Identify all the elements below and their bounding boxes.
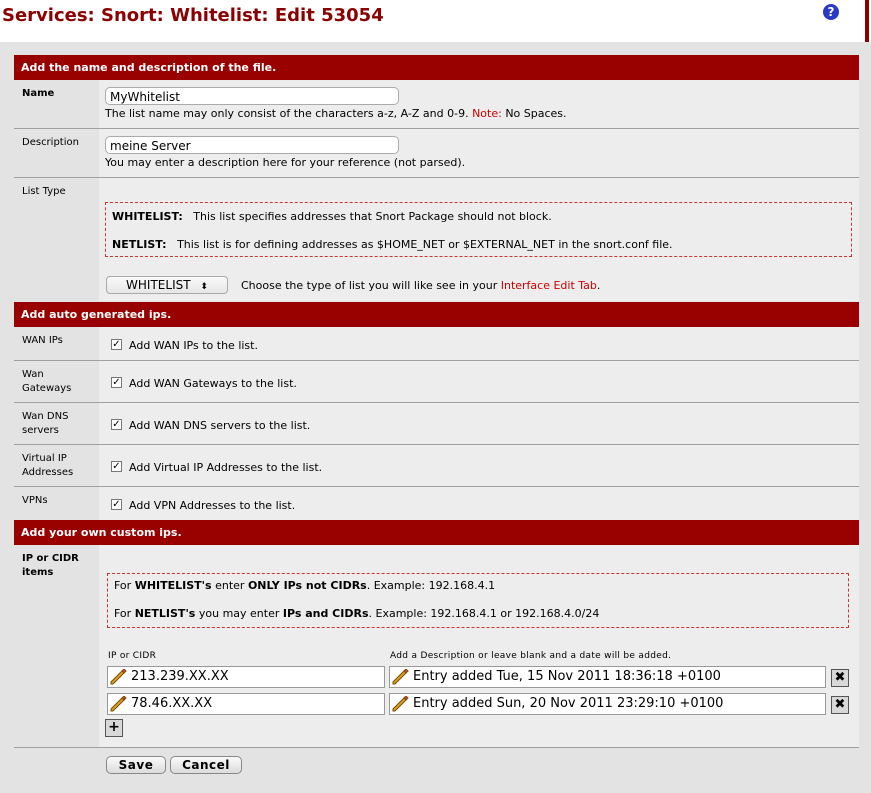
cancel-button[interactable]: Cancel [170, 756, 242, 774]
save-button[interactable]: Save [106, 756, 166, 774]
section-header-auto: Add auto generated ips. [14, 302, 859, 327]
delete-row-icon[interactable]: ✖ [831, 669, 849, 687]
auto-row-wan-ips: WAN IPs ✓ Add WAN IPs to the list. [14, 327, 859, 361]
top-bar: Services: Snort: Whitelist: Edit 53054 ? [0, 0, 871, 42]
list-type-hint: Choose the type of list you will like se… [241, 279, 601, 292]
description-row: Description meine Server You may enter a… [14, 129, 859, 178]
pencil-icon [392, 696, 409, 712]
auto-text: Add WAN Gateways to the list. [129, 377, 297, 390]
section-header-name-desc: Add the name and description of the file… [14, 55, 859, 80]
help-icon[interactable]: ? [823, 4, 839, 20]
list-type-select[interactable]: WHITELIST ⬍ [106, 276, 228, 294]
auto-text: Add WAN IPs to the list. [129, 339, 258, 352]
name-hint: The list name may only consist of the ch… [105, 107, 567, 120]
ip-input[interactable]: 78.46.XX.XX [107, 693, 385, 715]
page-title: Services: Snort: Whitelist: Edit 53054 [2, 5, 384, 26]
wan-gateways-checkbox[interactable]: ✓ [111, 377, 122, 388]
auto-label: WAN IPs [14, 327, 99, 360]
auto-label: Wan Gateways [14, 361, 84, 402]
list-type-selected: WHITELIST [126, 278, 191, 292]
ip-value: 78.46.XX.XX [131, 696, 213, 711]
ip-value: 213.239.XX.XX [131, 669, 229, 684]
ip-column-header: IP or CIDR [108, 651, 157, 661]
netlist-custom-info: For NETLIST's you may enter IPs and CIDR… [114, 607, 600, 620]
ip-input[interactable]: 213.239.XX.XX [107, 666, 385, 688]
list-type-row: List Type WHITELIST: This list specifies… [14, 178, 859, 301]
name-row: Name MyWhitelist The list name may only … [14, 80, 859, 129]
name-input[interactable]: MyWhitelist [105, 87, 399, 105]
auto-text: Add WAN DNS servers to the list. [129, 419, 311, 432]
desc-value: Entry added Sun, 20 Nov 2011 23:29:10 +0… [413, 696, 724, 711]
custom-ips-label: IP or CIDR items [14, 545, 84, 747]
desc-value: Entry added Tue, 15 Nov 2011 18:36:18 +0… [413, 669, 721, 684]
description-hint: You may enter a description here for you… [105, 156, 466, 169]
edge-accent [865, 0, 869, 42]
interface-edit-tab-link[interactable]: Interface Edit Tab [501, 279, 597, 292]
pencil-icon [110, 669, 127, 685]
auto-text: Add VPN Addresses to the list. [129, 499, 296, 512]
wan-ips-checkbox[interactable]: ✓ [111, 339, 122, 350]
whitelist-custom-info: For WHITELIST's enter ONLY IPs not CIDRs… [114, 579, 496, 592]
virtual-ip-checkbox[interactable]: ✓ [111, 461, 122, 472]
custom-ips-row: IP or CIDR items For WHITELIST's enter O… [14, 545, 859, 748]
pencil-icon [110, 696, 127, 712]
auto-row-wan-gateways: Wan Gateways ✓ Add WAN Gateways to the l… [14, 361, 859, 403]
desc-input[interactable]: Entry added Sun, 20 Nov 2011 23:29:10 +0… [389, 693, 826, 715]
auto-row-wan-dns: Wan DNS servers ✓ Add WAN DNS servers to… [14, 403, 859, 445]
list-type-info-box: WHITELIST: This list specifies addresses… [105, 202, 852, 257]
auto-row-vpns: VPNs ✓ Add VPN Addresses to the list. [14, 487, 859, 520]
auto-row-virtual-ip: Virtual IP Addresses ✓ Add Virtual IP Ad… [14, 445, 859, 487]
auto-label: Virtual IP Addresses [14, 445, 84, 486]
auto-label: VPNs [14, 487, 99, 520]
list-type-label: List Type [14, 178, 99, 301]
delete-row-icon[interactable]: ✖ [831, 696, 849, 714]
description-input[interactable]: meine Server [105, 136, 399, 154]
description-label: Description [14, 129, 99, 177]
netlist-info: NETLIST: This list is for defining addre… [112, 238, 673, 251]
whitelist-info: WHITELIST: This list specifies addresses… [112, 210, 552, 223]
auto-label: Wan DNS servers [14, 403, 84, 444]
wan-dns-checkbox[interactable]: ✓ [111, 419, 122, 430]
auto-text: Add Virtual IP Addresses to the list. [129, 461, 323, 474]
section-header-custom: Add your own custom ips. [14, 520, 859, 545]
add-row-icon[interactable]: + [105, 719, 123, 737]
custom-info-box: For WHITELIST's enter ONLY IPs not CIDRs… [107, 573, 849, 628]
button-row: Save Cancel [14, 748, 859, 778]
vpns-checkbox[interactable]: ✓ [111, 499, 122, 510]
desc-input[interactable]: Entry added Tue, 15 Nov 2011 18:36:18 +0… [389, 666, 826, 688]
name-label: Name [14, 80, 99, 128]
desc-column-header: Add a Description or leave blank and a d… [390, 651, 672, 661]
pencil-icon [392, 669, 409, 685]
select-arrows-icon: ⬍ [200, 282, 208, 292]
